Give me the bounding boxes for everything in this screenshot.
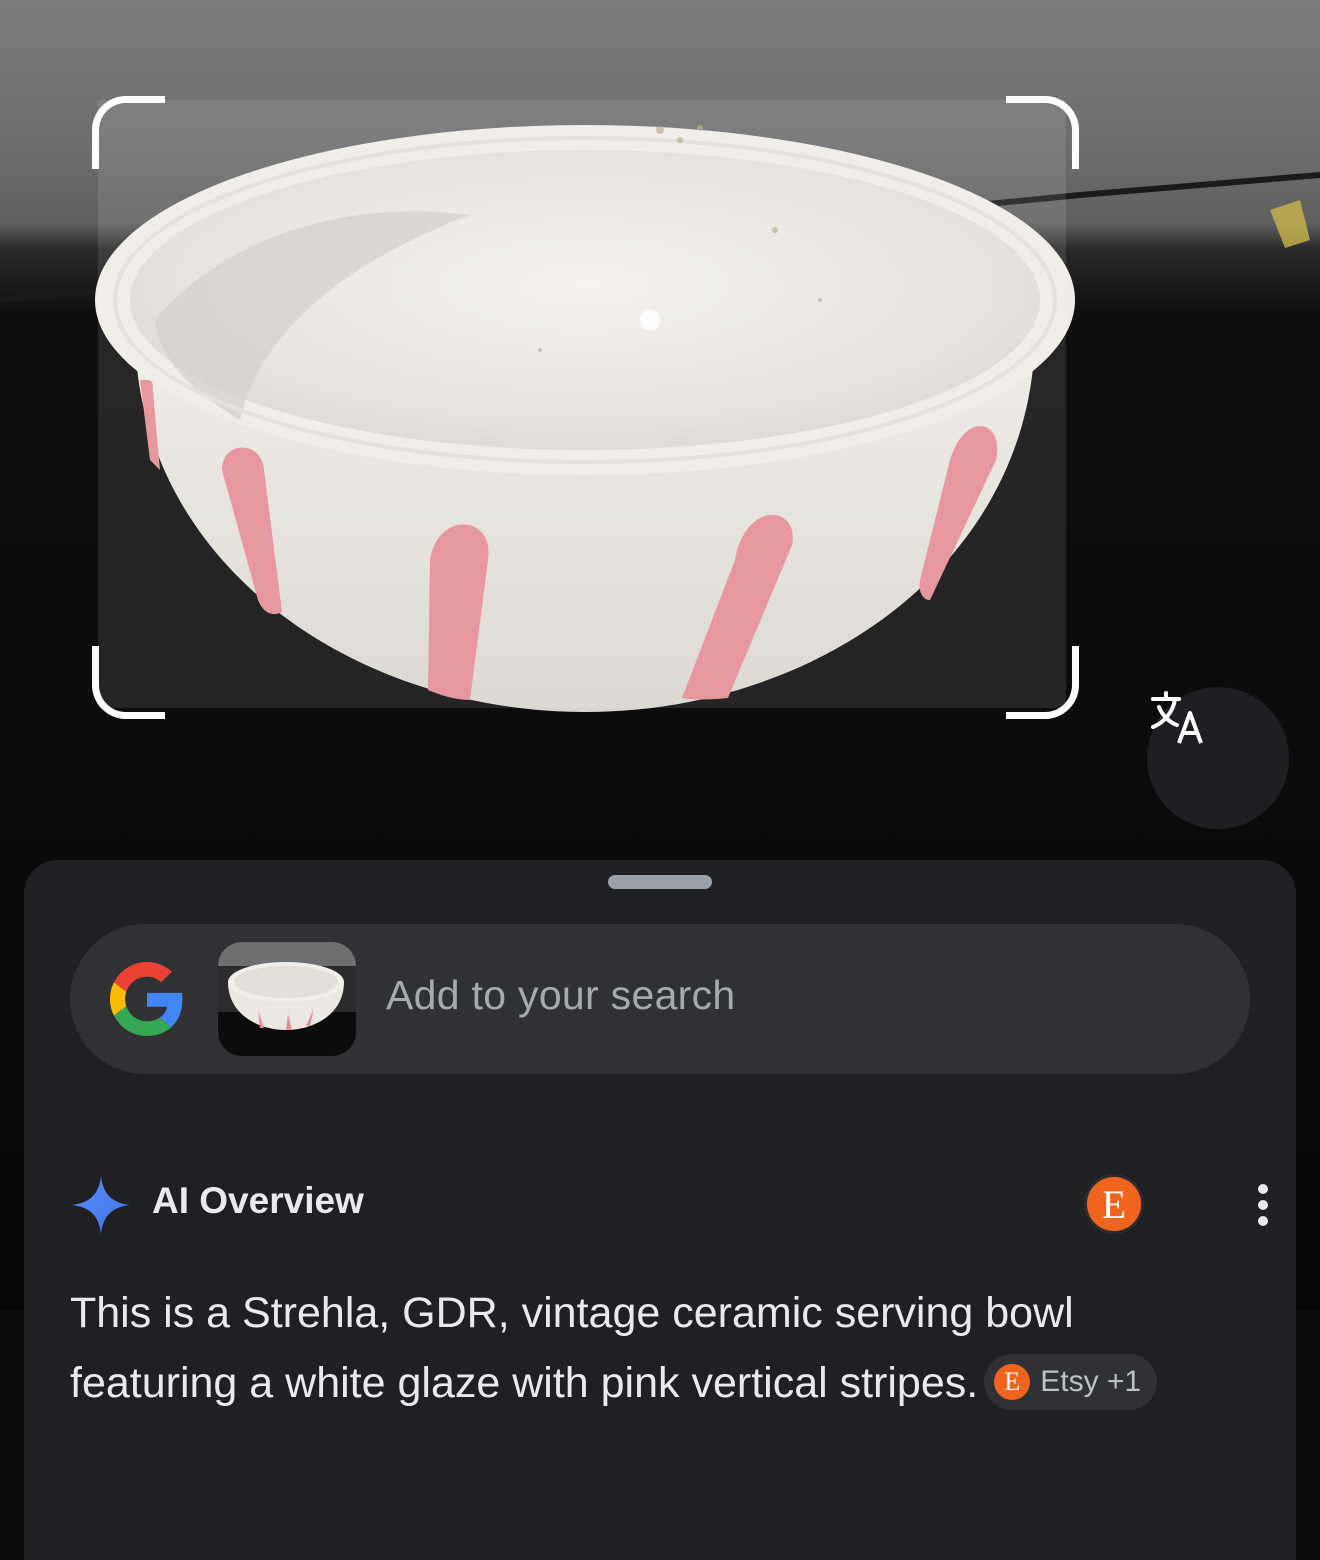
crop-handle-top-right[interactable] xyxy=(1006,96,1079,169)
ai-overview-text: This is a Strehla, GDR, vintage ceramic … xyxy=(70,1278,1210,1418)
source-avatar-etsy[interactable]: E xyxy=(1084,1174,1144,1234)
search-bar[interactable]: Add to your search xyxy=(70,924,1250,1074)
source-chip[interactable]: E Etsy +1 xyxy=(984,1353,1158,1410)
more-vert-icon[interactable] xyxy=(1256,1184,1270,1228)
etsy-icon: E xyxy=(994,1363,1031,1400)
ai-overview-title: AI Overview xyxy=(152,1180,364,1221)
crop-handle-bottom-left[interactable] xyxy=(92,646,165,719)
crop-handle-top-left[interactable] xyxy=(92,96,165,169)
translate-button[interactable] xyxy=(1147,687,1289,829)
source-chip-label: Etsy +1 xyxy=(1040,1364,1142,1398)
search-input[interactable]: Add to your search xyxy=(386,972,736,1019)
drag-handle[interactable] xyxy=(608,875,712,889)
translate-icon xyxy=(1151,691,1203,744)
selection-region[interactable] xyxy=(98,100,1066,708)
bowl-thumbnail[interactable] xyxy=(218,942,356,1056)
ai-overview-body: This is a Strehla, GDR, vintage ceramic … xyxy=(70,1289,1074,1407)
google-g-icon xyxy=(110,962,183,1036)
crop-handle-bottom-right[interactable] xyxy=(1006,646,1079,719)
ai-overview-header: AI Overview E xyxy=(70,1166,1268,1246)
sparkle-icon xyxy=(72,1176,130,1234)
results-sheet[interactable]: Add to your search AI Overview E This is… xyxy=(24,860,1296,1560)
